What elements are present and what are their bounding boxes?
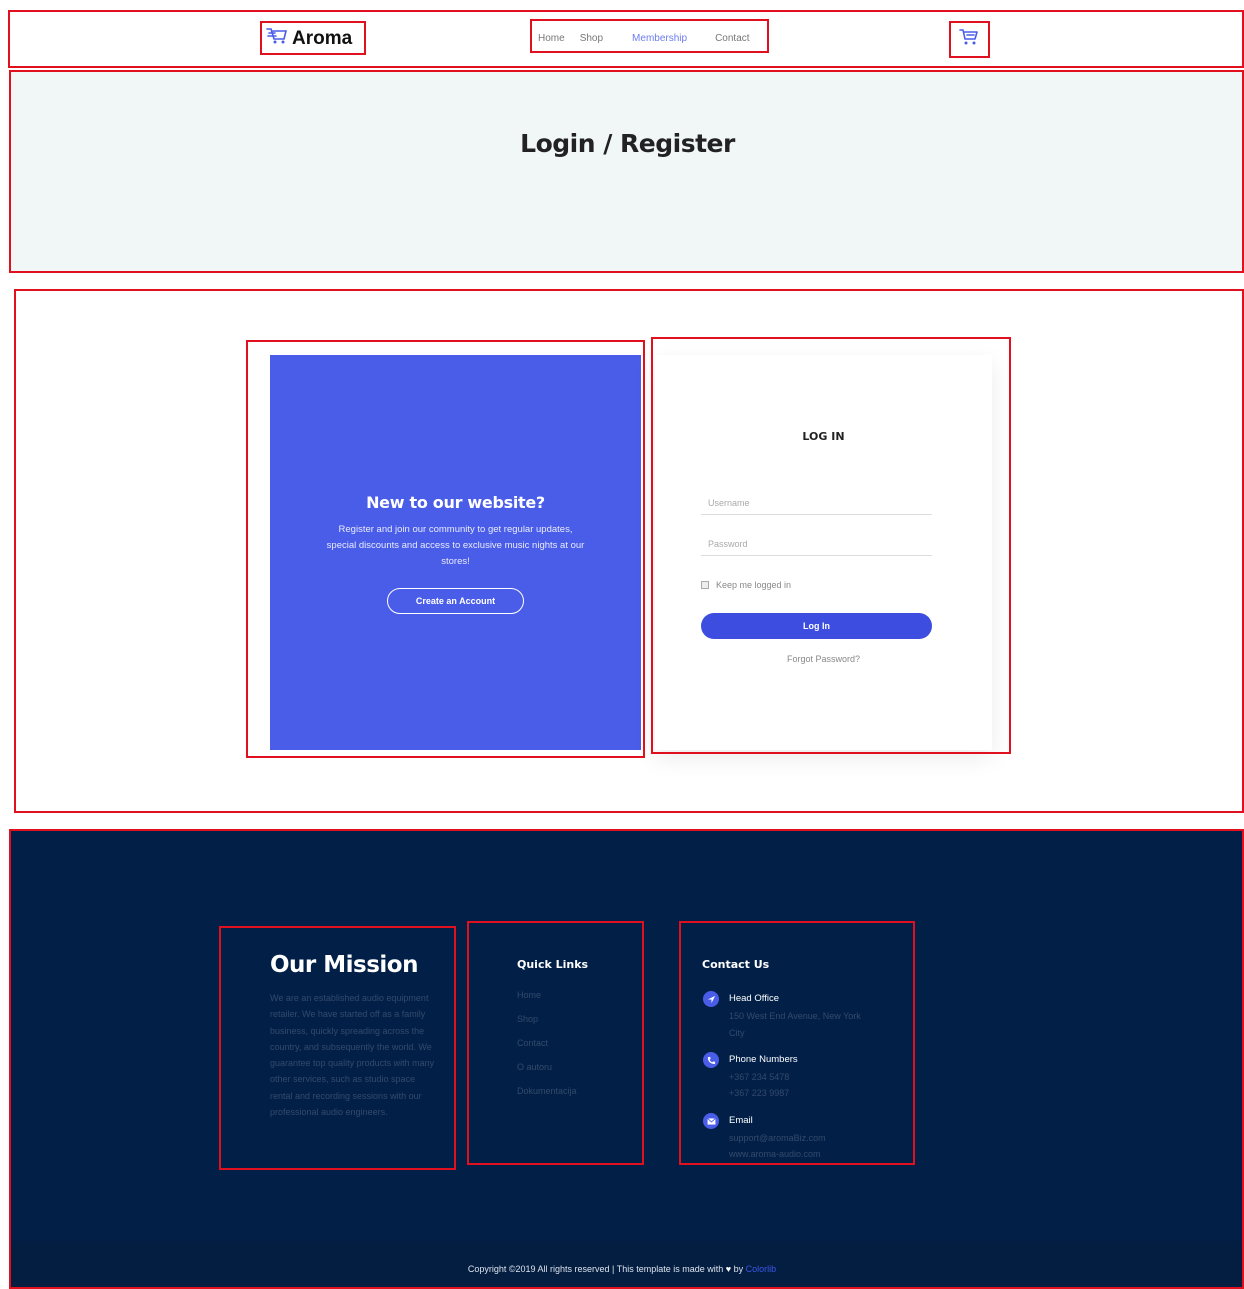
nav-home[interactable]: Home xyxy=(538,33,565,44)
cart-button[interactable] xyxy=(959,28,979,51)
username-input[interactable] xyxy=(701,491,932,515)
phone-number-1: +367 234 5478 xyxy=(729,1072,790,1082)
site-logo[interactable]: Aroma xyxy=(266,27,352,50)
site-header: Aroma Home Shop Membership Contact xyxy=(0,0,1244,68)
nav-shop[interactable]: Shop xyxy=(580,33,603,44)
colorlib-link[interactable]: Colorlib xyxy=(746,1264,777,1274)
heart-icon: ♥ xyxy=(725,1264,732,1274)
mission-title: Our Mission xyxy=(270,952,419,978)
quick-link-dokumentacija[interactable]: Dokumentacija xyxy=(517,1086,577,1110)
register-title: New to our website? xyxy=(366,493,545,512)
phone-numbers-label: Phone Numbers xyxy=(729,1054,798,1065)
page-banner: Login / Register xyxy=(11,71,1244,271)
main-nav: Home Shop Membership Contact xyxy=(538,33,750,44)
website-address[interactable]: www.aroma-audio.com xyxy=(729,1146,874,1163)
head-office-value: 150 West End Avenue, New York City xyxy=(729,1011,861,1038)
keep-logged-in[interactable]: Keep me logged in xyxy=(701,580,791,590)
create-account-button[interactable]: Create an Account xyxy=(387,588,524,614)
phone-number-2: +367 223 9987 xyxy=(729,1088,790,1098)
copyright: Copyright ©2019 All rights reserved | Th… xyxy=(0,1264,1244,1274)
keep-logged-in-label: Keep me logged in xyxy=(716,580,792,590)
page-title: Login / Register xyxy=(520,129,735,158)
password-input[interactable] xyxy=(701,532,932,556)
logo-text: Aroma xyxy=(292,27,353,49)
quick-link-home[interactable]: Home xyxy=(517,990,577,1014)
login-panel: LOG IN Keep me logged in Log In Forgot P… xyxy=(655,355,992,750)
copyright-by: by xyxy=(733,1264,744,1274)
logo-cart-icon xyxy=(266,27,288,50)
envelope-icon xyxy=(703,1113,719,1129)
phone-icon xyxy=(703,1052,719,1068)
location-arrow-icon xyxy=(703,991,719,1007)
email-address[interactable]: support@aromaBiz.com xyxy=(729,1130,874,1147)
contact-us-title: Contact Us xyxy=(702,958,770,971)
quick-link-o-autoru[interactable]: O autoru xyxy=(517,1062,577,1086)
mission-text: We are an established audio equipment re… xyxy=(270,993,435,1118)
quick-links-list: Home Shop Contact O autoru Dokumentacija xyxy=(517,990,577,1110)
copyright-text: Copyright ©2019 All rights reserved | Th… xyxy=(467,1264,724,1274)
register-text: Register and join our community to get r… xyxy=(326,524,585,567)
quick-link-shop[interactable]: Shop xyxy=(517,1014,577,1038)
quick-links-title: Quick Links xyxy=(517,958,589,971)
quick-link-contact[interactable]: Contact xyxy=(517,1038,577,1062)
login-title: LOG IN xyxy=(802,430,845,443)
register-panel: New to our website? Register and join ou… xyxy=(270,355,641,750)
keep-logged-in-checkbox[interactable] xyxy=(701,581,709,589)
site-footer xyxy=(11,831,1244,1289)
nav-membership[interactable]: Membership xyxy=(632,33,687,44)
login-button[interactable]: Log In xyxy=(701,613,932,639)
head-office-label: Head Office xyxy=(729,993,779,1004)
email-label: Email xyxy=(729,1115,753,1126)
forgot-password-link[interactable]: Forgot Password? xyxy=(655,654,992,664)
cart-icon xyxy=(959,29,978,45)
nav-contact[interactable]: Contact xyxy=(715,33,749,44)
